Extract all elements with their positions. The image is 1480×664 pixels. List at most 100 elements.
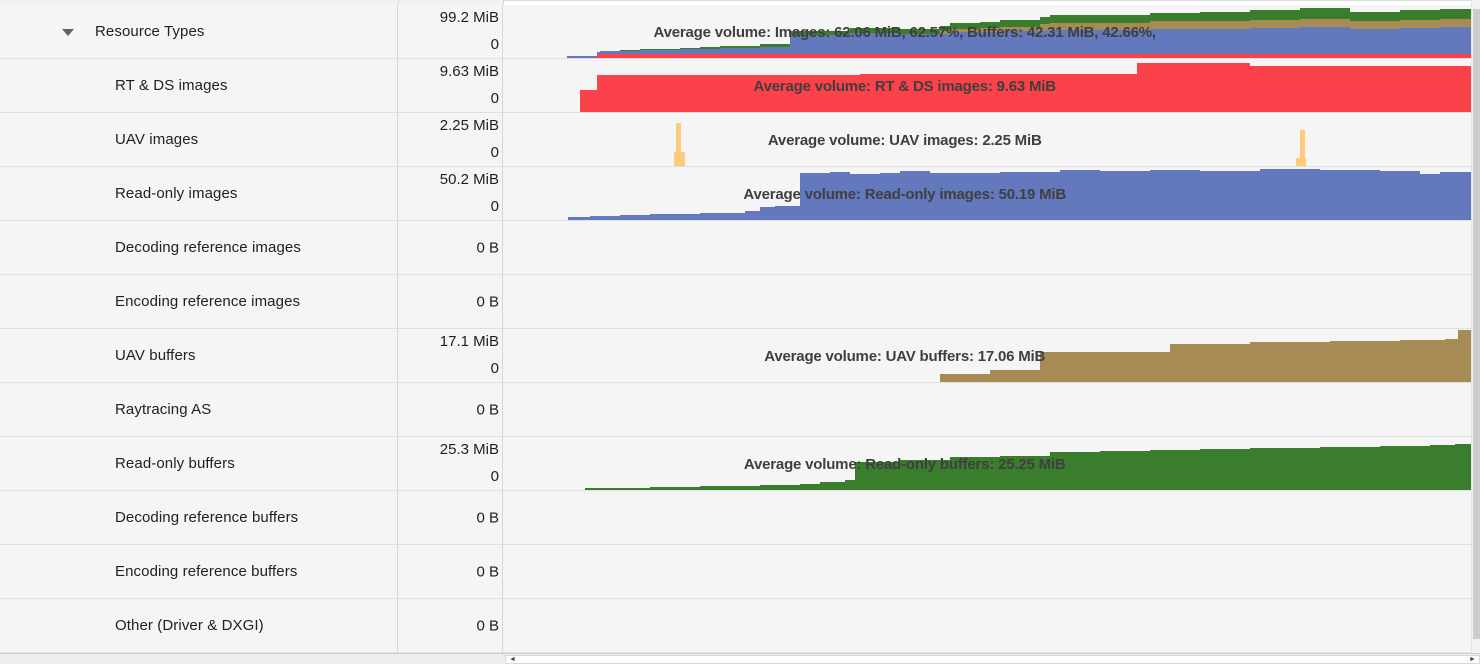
row-value-cell: 0 B (398, 383, 503, 436)
spike-bar (1300, 130, 1305, 166)
row-label: Read-only buffers (115, 455, 235, 472)
table-row[interactable]: Encoding reference images 0 B (0, 275, 1471, 329)
row-value-cell: 9.63 MiB 0 (398, 59, 503, 112)
average-volume-annotation: Average volume: RT & DS images: 9.63 MiB (754, 78, 1056, 95)
row-value-cell: 0 B (398, 275, 503, 328)
row-value: 0 B (476, 293, 499, 310)
row-label: Decoding reference images (115, 239, 301, 256)
row-label-cell[interactable]: Decoding reference buffers (0, 491, 398, 544)
row-value-cell: 0 B (398, 491, 503, 544)
row-min-value: 0 (491, 36, 499, 53)
row-timeline-chart[interactable] (503, 599, 1471, 652)
row-min-value: 0 (491, 468, 499, 485)
row-value-cell: 17.1 MiB 0 (398, 329, 503, 382)
row-label-cell[interactable]: UAV images (0, 113, 398, 166)
table-row[interactable]: Read-only images 50.2 MiB 0 Average volum… (0, 167, 1471, 221)
row-value: 0 B (476, 509, 499, 526)
scroll-left-arrow-icon[interactable]: ◄ (507, 656, 518, 663)
table-row[interactable]: UAV buffers 17.1 MiB 0 Average volume: UA… (0, 329, 1471, 383)
row-value-cell: 50.2 MiB 0 (398, 167, 503, 220)
row-label-cell[interactable]: Encoding reference buffers (0, 545, 398, 598)
average-volume-annotation: Average volume: UAV images: 2.25 MiB (768, 132, 1042, 149)
row-timeline-chart[interactable]: Average volume: UAV images: 2.25 MiB (503, 113, 1471, 166)
row-label-cell[interactable]: Read-only buffers (0, 437, 398, 490)
row-value-cell: 99.2 MiB 0 (398, 5, 503, 58)
row-value-cell: 0 B (398, 599, 503, 652)
row-max-value: 25.3 MiB (440, 441, 499, 458)
table-row[interactable]: Other (Driver & DXGI) 0 B (0, 599, 1471, 653)
row-max-value: 2.25 MiB (440, 117, 499, 134)
table-row[interactable]: UAV images 2.25 MiB 0 Average volume: UAV… (0, 113, 1471, 167)
area-chart-canvas (503, 599, 1471, 652)
row-timeline-chart[interactable]: Average volume: Read-only images: 50.19 … (503, 167, 1471, 220)
bottom-bar: ◄ ► (0, 653, 1480, 664)
resource-types-memory-panel: Resource Types 99.2 MiB 0 Average volume:… (0, 0, 1480, 664)
row-timeline-chart[interactable] (503, 383, 1471, 436)
row-timeline-chart[interactable]: Average volume: Read-only buffers: 25.25… (503, 437, 1471, 490)
area-chart-canvas (503, 275, 1471, 328)
series-red (503, 54, 1471, 58)
row-label: Resource Types (95, 23, 205, 40)
row-label-cell[interactable]: Raytracing AS (0, 383, 398, 436)
row-label: Read-only images (115, 185, 238, 202)
area-chart-canvas (503, 491, 1471, 544)
row-label: Other (Driver & DXGI) (115, 617, 264, 634)
row-value: 0 B (476, 401, 499, 418)
row-value: 0 B (476, 617, 499, 634)
resource-type-table: Resource Types 99.2 MiB 0 Average volume:… (0, 5, 1471, 653)
table-row[interactable]: Resource Types 99.2 MiB 0 Average volume:… (0, 5, 1471, 59)
row-label-cell[interactable]: Decoding reference images (0, 221, 398, 274)
vertical-scrollbar[interactable] (1471, 0, 1480, 653)
row-label-cell[interactable]: UAV buffers (0, 329, 398, 382)
vertical-scrollbar-thumb[interactable] (1473, 9, 1480, 639)
row-max-value: 17.1 MiB (440, 333, 499, 350)
row-max-value: 9.63 MiB (440, 63, 499, 80)
area-chart-canvas (503, 545, 1471, 598)
row-value: 0 B (476, 239, 499, 256)
row-label: UAV images (115, 131, 198, 148)
row-timeline-chart[interactable] (503, 545, 1471, 598)
row-max-value: 50.2 MiB (440, 171, 499, 188)
row-value-cell: 25.3 MiB 0 (398, 437, 503, 490)
average-volume-annotation: Average volume: UAV buffers: 17.06 MiB (764, 348, 1045, 365)
average-volume-annotation: Average volume: Read-only images: 50.19 … (743, 186, 1066, 203)
area-chart-canvas (503, 221, 1471, 274)
row-timeline-chart[interactable]: Average volume: Images: 62.06 MiB, 62.57… (503, 5, 1471, 58)
table-row[interactable]: Raytracing AS 0 B (0, 383, 1471, 437)
table-row[interactable]: Encoding reference buffers 0 B (0, 545, 1471, 599)
row-label-cell[interactable]: RT & DS images (0, 59, 398, 112)
average-volume-annotation: Average volume: Images: 62.06 MiB, 62.57… (654, 24, 1156, 41)
row-timeline-chart[interactable] (503, 275, 1471, 328)
table-row[interactable]: Decoding reference buffers 0 B (0, 491, 1471, 545)
row-value-cell: 0 B (398, 545, 503, 598)
scroll-right-arrow-icon[interactable]: ► (1467, 656, 1478, 663)
row-value-cell: 2.25 MiB 0 (398, 113, 503, 166)
row-max-value: 99.2 MiB (440, 9, 499, 26)
row-value: 0 B (476, 563, 499, 580)
row-timeline-chart[interactable] (503, 221, 1471, 274)
row-min-value: 0 (491, 360, 499, 377)
row-label-cell[interactable]: Read-only images (0, 167, 398, 220)
table-row[interactable]: Decoding reference images 0 B (0, 221, 1471, 275)
row-label: UAV buffers (115, 347, 196, 364)
row-label: RT & DS images (115, 77, 228, 94)
row-timeline-chart[interactable]: Average volume: RT & DS images: 9.63 MiB (503, 59, 1471, 112)
row-min-value: 0 (491, 90, 499, 107)
row-label: Raytracing AS (115, 401, 211, 418)
row-timeline-chart[interactable]: Average volume: UAV buffers: 17.06 MiB (503, 329, 1471, 382)
row-min-value: 0 (491, 198, 499, 215)
row-label-cell[interactable]: Encoding reference images (0, 275, 398, 328)
collapse-arrow-icon[interactable] (62, 29, 74, 36)
spike-bar (676, 123, 681, 166)
row-timeline-chart[interactable] (503, 491, 1471, 544)
row-label: Encoding reference buffers (115, 563, 297, 580)
table-row[interactable]: Read-only buffers 25.3 MiB 0 Average volu… (0, 437, 1471, 491)
row-label-cell[interactable]: Resource Types (0, 5, 398, 58)
average-volume-annotation: Average volume: Read-only buffers: 25.25… (744, 456, 1066, 473)
row-label-cell[interactable]: Other (Driver & DXGI) (0, 599, 398, 652)
row-min-value: 0 (491, 144, 499, 161)
horizontal-scrollbar[interactable]: ◄ ► (505, 655, 1480, 664)
area-chart-canvas (503, 383, 1471, 436)
table-row[interactable]: RT & DS images 9.63 MiB 0 Average volume:… (0, 59, 1471, 113)
row-label: Decoding reference buffers (115, 509, 298, 526)
